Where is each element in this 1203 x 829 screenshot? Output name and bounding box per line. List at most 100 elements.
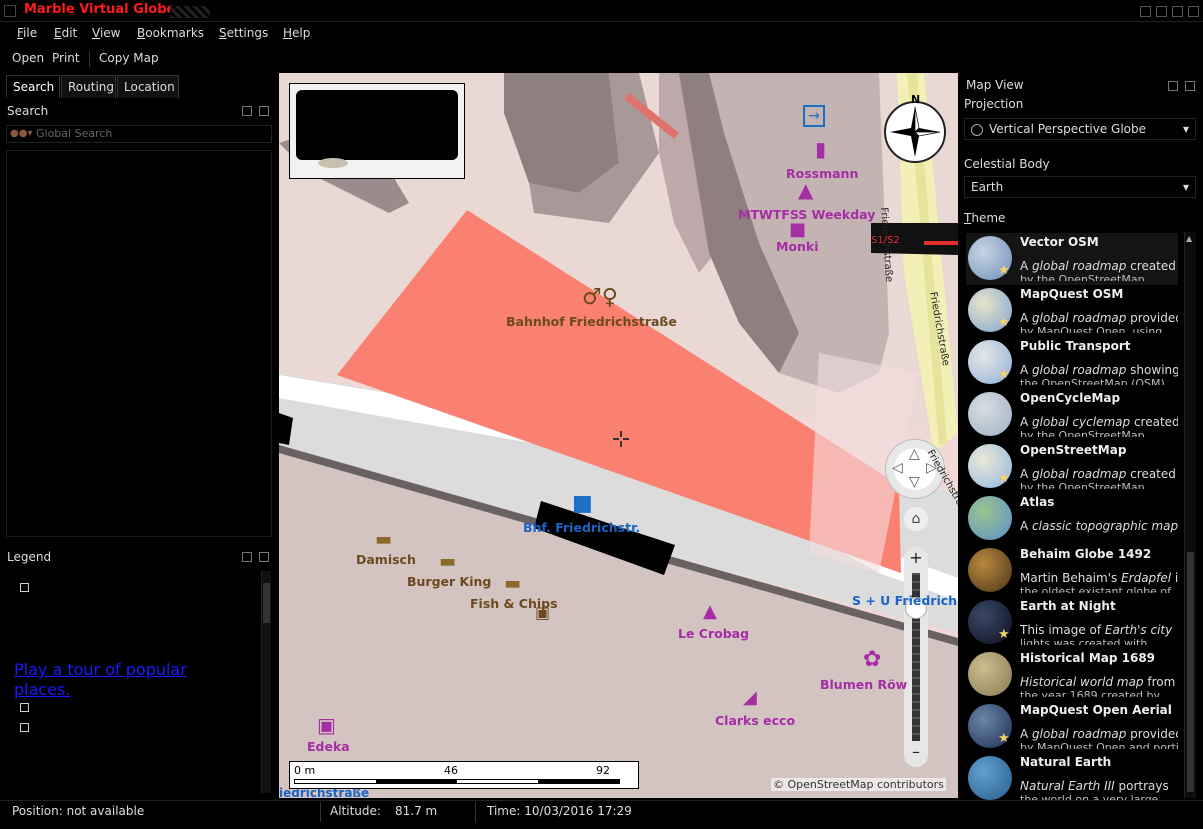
celestial-value: Earth xyxy=(971,180,1004,194)
theme-item[interactable]: Historical Map 1689 Historical world map … xyxy=(966,649,1178,701)
pan-left-icon[interactable]: ◁ xyxy=(892,460,903,476)
theme-description: A global roadmap provided xyxy=(1020,311,1178,325)
close-mapview-icon[interactable] xyxy=(1185,81,1195,91)
fastfood-icon[interactable]: ▬ xyxy=(504,573,521,594)
florist-icon[interactable]: ✿ xyxy=(863,647,881,672)
menu-settings[interactable]: Settings xyxy=(219,26,268,40)
binoculars-icon[interactable]: ●●▾ xyxy=(10,128,32,139)
open-button[interactable]: Open xyxy=(12,51,44,65)
favorite-star-icon[interactable]: ★ xyxy=(998,627,1010,642)
tab-routing[interactable]: Routing xyxy=(61,75,116,98)
menu-file[interactable]: File xyxy=(17,26,37,40)
overview-map[interactable] xyxy=(289,83,465,179)
celestial-select[interactable]: Earth ▾ xyxy=(964,176,1196,198)
map-attribution[interactable]: © OpenStreetMap contributors xyxy=(771,778,946,791)
legend-checkbox[interactable] xyxy=(20,723,29,732)
scale-ruler xyxy=(294,779,620,784)
toilets-icon[interactable]: ♂♀ xyxy=(582,285,618,310)
compass-rose[interactable]: N xyxy=(884,93,946,163)
theme-item[interactable]: OpenCycleMap A global cyclemap created by … xyxy=(966,389,1178,441)
projection-select[interactable]: Vertical Perspective Globe ▾ xyxy=(964,118,1196,140)
entrance-icon[interactable]: → xyxy=(803,105,825,127)
poi-monki[interactable]: Monki xyxy=(776,239,819,254)
scroll-thumb[interactable] xyxy=(1187,552,1194,792)
cart-icon[interactable]: ▣ xyxy=(317,713,336,737)
pan-up-icon[interactable]: △ xyxy=(909,446,920,462)
minimize-icon[interactable] xyxy=(1140,6,1151,17)
poi-clarks[interactable]: Clarks ecco xyxy=(715,713,795,728)
bakery-icon[interactable]: ▲ xyxy=(703,601,717,622)
poi-taxi[interactable]: Bhf. Friedrichstr. xyxy=(523,520,640,535)
legend-scrollbar[interactable] xyxy=(261,571,271,793)
print-button[interactable]: Print xyxy=(52,51,80,65)
theme-thumbnail-globe-icon xyxy=(968,496,1012,540)
favorite-star-icon[interactable]: ★ xyxy=(998,471,1010,486)
scroll-up-icon[interactable]: ▲ xyxy=(1186,234,1192,243)
home-icon[interactable]: ⌂ xyxy=(904,507,928,531)
fastfood-icon[interactable]: ▬ xyxy=(439,551,456,572)
poi-blumen[interactable]: Blumen Röw xyxy=(820,677,907,692)
zoom-in-icon[interactable]: + xyxy=(907,549,925,567)
clothes-icon[interactable]: ▲ xyxy=(798,178,813,202)
favorite-star-icon[interactable]: ★ xyxy=(998,315,1010,330)
poi-fish-chips[interactable]: Fish & Chips xyxy=(470,596,558,611)
theme-item[interactable]: Atlas A classic topographic map. xyxy=(966,493,1178,545)
legend-checkbox[interactable] xyxy=(20,703,29,712)
theme-item[interactable]: ★ Earth at Night This image of Earth's cit… xyxy=(966,597,1178,649)
poi-bahnhof[interactable]: Bahnhof Friedrichstraße xyxy=(506,314,677,329)
position-label: Position: xyxy=(12,804,63,818)
float-panel-icon[interactable] xyxy=(242,106,252,116)
close-panel-icon[interactable] xyxy=(259,106,269,116)
legend-checkbox[interactable] xyxy=(20,583,29,592)
fastfood-icon[interactable]: ▬ xyxy=(375,529,392,550)
poi-edeka[interactable]: Edeka xyxy=(307,739,350,754)
app-menu-icon[interactable] xyxy=(4,5,16,17)
tab-location[interactable]: Location xyxy=(117,75,179,98)
favorite-star-icon[interactable]: ★ xyxy=(998,263,1010,278)
theme-scrollbar[interactable]: ▲ xyxy=(1184,232,1196,798)
map-view[interactable]: N △ ▽ ◁ ▷ ⌂ + – → ▮ ▲ ■ ♂♀ ■ ▬ ▬ ▬ ▣ ▲ ✿… xyxy=(279,73,958,798)
taxi-icon[interactable]: ■ xyxy=(572,491,593,516)
theme-item[interactable]: ★ MapQuest Open Aerial A global roadmap pr… xyxy=(966,701,1178,753)
close-icon[interactable] xyxy=(1188,6,1199,17)
shoes-icon[interactable]: ◢ xyxy=(743,687,757,708)
shade-icon[interactable] xyxy=(1156,6,1167,17)
float-mapview-icon[interactable] xyxy=(1168,81,1178,91)
menu-bookmarks[interactable]: Bookmarks xyxy=(137,26,204,40)
favorite-star-icon[interactable]: ★ xyxy=(998,731,1010,746)
float-legend-icon[interactable] xyxy=(242,552,252,562)
poi-damisch[interactable]: Damisch xyxy=(356,552,416,567)
theme-item[interactable]: Natural Earth Natural Earth III portrays t… xyxy=(966,753,1178,805)
copy-map-button[interactable]: Copy Map xyxy=(99,51,159,65)
search-results-list[interactable] xyxy=(6,150,272,537)
theme-description-more: by the OpenStreetMap xyxy=(1020,429,1145,437)
close-legend-icon[interactable] xyxy=(259,552,269,562)
theme-item[interactable]: ★ OpenStreetMap A global roadmap created by… xyxy=(966,441,1178,493)
poi-su-station[interactable]: S + U Friedrich xyxy=(852,593,957,608)
poi-burger-king[interactable]: Burger King xyxy=(407,574,491,589)
menu-view[interactable]: View xyxy=(92,26,120,40)
menu-help[interactable]: Help xyxy=(283,26,310,40)
poi-mtwtfss[interactable]: MTWTFSS Weekday xyxy=(738,207,875,222)
overview-world xyxy=(296,90,458,160)
tour-link[interactable]: Play a tour of popular places. xyxy=(14,660,234,700)
maximize-icon[interactable] xyxy=(1172,6,1183,17)
theme-item[interactable]: Behaim Globe 1492 Martin Behaim's Erdapfe… xyxy=(966,545,1178,597)
pan-down-icon[interactable]: ▽ xyxy=(909,474,920,490)
zoom-slider[interactable]: + – xyxy=(904,547,928,767)
poi-le-crobag[interactable]: Le Crobag xyxy=(678,626,749,641)
theme-item[interactable]: ★ Vector OSM A global roadmap created by th… xyxy=(966,233,1178,285)
theme-description-part: created xyxy=(1126,259,1176,273)
favorite-star-icon[interactable]: ★ xyxy=(998,367,1010,382)
clothes-icon[interactable]: ■ xyxy=(789,219,806,240)
theme-item[interactable]: ★ MapQuest OSM A global roadmap provided by… xyxy=(966,285,1178,337)
menu-edit-label: dit xyxy=(61,26,78,40)
title-bar: Marble Virtual Globe xyxy=(0,0,1203,22)
theme-item[interactable]: ★ Public Transport A global roadmap showin… xyxy=(966,337,1178,389)
zoom-out-icon[interactable]: – xyxy=(907,743,925,761)
poi-rossmann[interactable]: Rossmann xyxy=(786,166,858,181)
tab-search[interactable]: Search xyxy=(6,75,60,98)
theme-description-part: global roadmap xyxy=(1032,467,1127,481)
cosmetics-icon[interactable]: ▮ xyxy=(815,137,835,163)
menu-edit[interactable]: Edit xyxy=(54,26,77,40)
